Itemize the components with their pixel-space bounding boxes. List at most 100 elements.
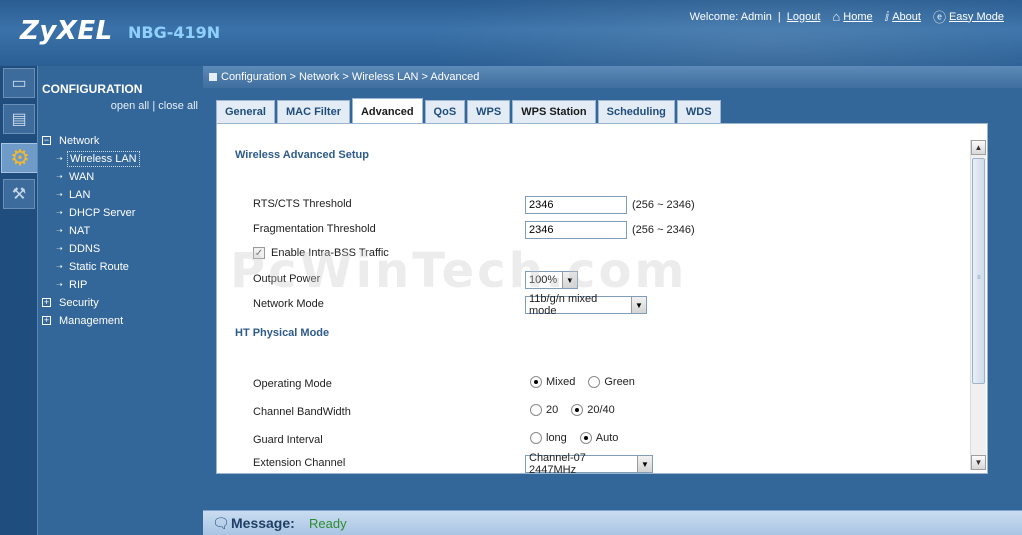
output-power-select[interactable]: 100% ▼ [525, 271, 578, 289]
section-wireless-advanced: Wireless Advanced Setup [235, 149, 369, 161]
rts-threshold-input[interactable] [525, 196, 627, 214]
expand-icon[interactable]: + [42, 298, 51, 307]
easy-mode-nav[interactable]: ⓔ Easy Mode [933, 7, 1004, 26]
sidebar-item-wan[interactable]: ➝ WAN [38, 168, 204, 186]
tab-scheduling[interactable]: Scheduling [597, 100, 675, 123]
tab-advanced[interactable]: Advanced [351, 98, 423, 123]
sidebar-item-label: Static Route [69, 261, 129, 273]
tab-wds[interactable]: WDS [676, 100, 721, 123]
intra-bss-label: Enable Intra-BSS Traffic [271, 247, 389, 259]
network-mode-select[interactable]: 11b/g/n mixed mode ▼ [525, 293, 647, 317]
tab-bar: General MAC Filter Advanced QoS WPS WPS … [216, 98, 721, 123]
open-all-link[interactable]: open all [111, 100, 150, 112]
home-nav[interactable]: ⌂ Home [832, 9, 872, 24]
icon-rail: ▭ ▤ ⚙ ⚒ [0, 66, 39, 535]
rts-hint: (256 ~ 2346) [632, 199, 695, 211]
guard-interval-auto[interactable]: Auto [579, 432, 619, 444]
sidebar-item-lan[interactable]: ➝ LAN [38, 186, 204, 204]
frag-label: Fragmentation Threshold [253, 223, 376, 235]
operating-mode-mixed[interactable]: Mixed [530, 376, 575, 388]
breadcrumb-bar: Configuration > Network > Wireless LAN >… [203, 66, 1022, 88]
tree-node-network[interactable]: − Network [38, 132, 204, 150]
sidebar-item-dhcp-server[interactable]: ➝ DHCP Server [38, 204, 204, 222]
tree-controls: open all | close all [111, 100, 198, 112]
maintenance-icon[interactable]: ⚒ [3, 179, 35, 209]
zyxel-logo: ZyXEL [20, 16, 113, 46]
vertical-scrollbar[interactable]: ▲ ≡ ▼ [970, 140, 986, 470]
tab-wps[interactable]: WPS [467, 100, 511, 123]
header-banner: ZyXEL NBG-419N Welcome: Admin | Logout ⌂… [0, 0, 1022, 66]
content-area: General MAC Filter Advanced QoS WPS WPS … [203, 88, 1022, 510]
sidebar-item-nat[interactable]: ➝ NAT [38, 222, 204, 240]
extension-channel-select[interactable]: Channel-07 2447MHz ▼ [525, 452, 653, 476]
message-bar: 🗨 Message: Ready [203, 510, 1022, 535]
scroll-up-icon[interactable]: ▲ [971, 140, 986, 155]
message-status: Ready [309, 516, 347, 531]
bandwidth-20-40[interactable]: 20/40 [571, 404, 615, 416]
about-nav[interactable]: ⅈ About [885, 9, 921, 25]
home-link[interactable]: Home [843, 11, 872, 23]
radio-button[interactable] [530, 404, 542, 416]
bandwidth-20[interactable]: 20 [530, 404, 558, 416]
radio-label: Green [604, 376, 635, 388]
scroll-down-icon[interactable]: ▼ [971, 455, 986, 470]
model-name: NBG-419N [128, 23, 221, 42]
collapse-icon[interactable]: − [42, 136, 51, 145]
sidebar-item-wireless-lan[interactable]: ➝ Wireless LAN [38, 150, 204, 168]
fragmentation-threshold-input[interactable] [525, 221, 627, 239]
message-icon: 🗨 [212, 515, 230, 531]
expand-icon[interactable]: + [42, 316, 51, 325]
logout-link[interactable]: Logout [787, 11, 821, 23]
rts-row: RTS/CTS Threshold (256 ~ 2346) [253, 196, 933, 214]
arrow-right-icon: ➝ [56, 244, 63, 253]
intra-bss-checkbox[interactable]: ✓ [253, 247, 265, 259]
radio-button[interactable] [530, 376, 542, 388]
output-power-value: 100% [529, 274, 558, 286]
tree-node-security[interactable]: + Security [38, 294, 204, 312]
message-label: Message: [231, 515, 295, 531]
arrow-right-icon: ➝ [56, 208, 63, 217]
network-mode-label: Network Mode [253, 298, 324, 310]
sidebar: CONFIGURATION open all | close all − Net… [37, 66, 203, 535]
output-power-label: Output Power [253, 273, 321, 285]
radio-button[interactable] [588, 376, 601, 388]
tab-general[interactable]: General [216, 100, 275, 123]
scrollbar-thumb[interactable]: ≡ [972, 158, 985, 384]
home-icon: ⌂ [832, 9, 841, 24]
radio-button[interactable] [579, 432, 592, 444]
configuration-gear-icon[interactable]: ⚙ [1, 143, 39, 173]
tree-node-management[interactable]: + Management [38, 312, 204, 330]
network-mode-value: 11b/g/n mixed mode [529, 293, 598, 317]
sidebar-item-label: RIP [69, 279, 88, 291]
top-nav: Welcome: Admin | Logout ⌂ Home ⅈ About ⓔ… [690, 7, 1004, 26]
intra-bss-row: ✓ Enable Intra-BSS Traffic [253, 247, 933, 265]
tree-controls-divider: | [152, 100, 156, 112]
status-monitor-icon[interactable]: ▭ [3, 68, 35, 98]
sidebar-item-ddns[interactable]: ➝ DDNS [38, 240, 204, 258]
about-link[interactable]: About [892, 11, 921, 23]
tab-mac-filter[interactable]: MAC Filter [276, 100, 350, 123]
guard-interval-long[interactable]: long [530, 432, 567, 444]
radio-button[interactable] [571, 404, 584, 416]
radio-label: Auto [595, 432, 619, 444]
nav-tree: − Network ➝ Wireless LAN ➝ WAN ➝ LAN ➝ D… [38, 132, 204, 330]
settings-panel: Wireless Advanced Setup RTS/CTS Threshol… [216, 123, 988, 476]
rts-label: RTS/CTS Threshold [253, 198, 352, 210]
monitor-icon[interactable]: ▤ [3, 104, 35, 134]
operating-mode-row: Operating Mode Mixed Green [253, 376, 933, 394]
operating-mode-green[interactable]: Green [588, 376, 635, 388]
easy-mode-link[interactable]: Easy Mode [949, 11, 1004, 23]
sidebar-item-rip[interactable]: ➝ RIP [38, 276, 204, 294]
sidebar-item-label: DHCP Server [69, 207, 136, 219]
radio-button[interactable] [530, 432, 542, 444]
close-all-link[interactable]: close all [158, 100, 198, 112]
arrow-right-icon: ➝ [56, 280, 63, 289]
breadcrumb: Configuration > Network > Wireless LAN >… [221, 71, 480, 83]
sidebar-item-static-route[interactable]: ➝ Static Route [38, 258, 204, 276]
chevron-down-icon: ▼ [637, 456, 652, 472]
breadcrumb-icon [209, 73, 217, 81]
radio-label: 20 [546, 404, 559, 416]
grip-icon: ≡ [977, 275, 981, 281]
tab-wps-station[interactable]: WPS Station [512, 100, 596, 123]
tab-qos[interactable]: QoS [424, 100, 466, 123]
